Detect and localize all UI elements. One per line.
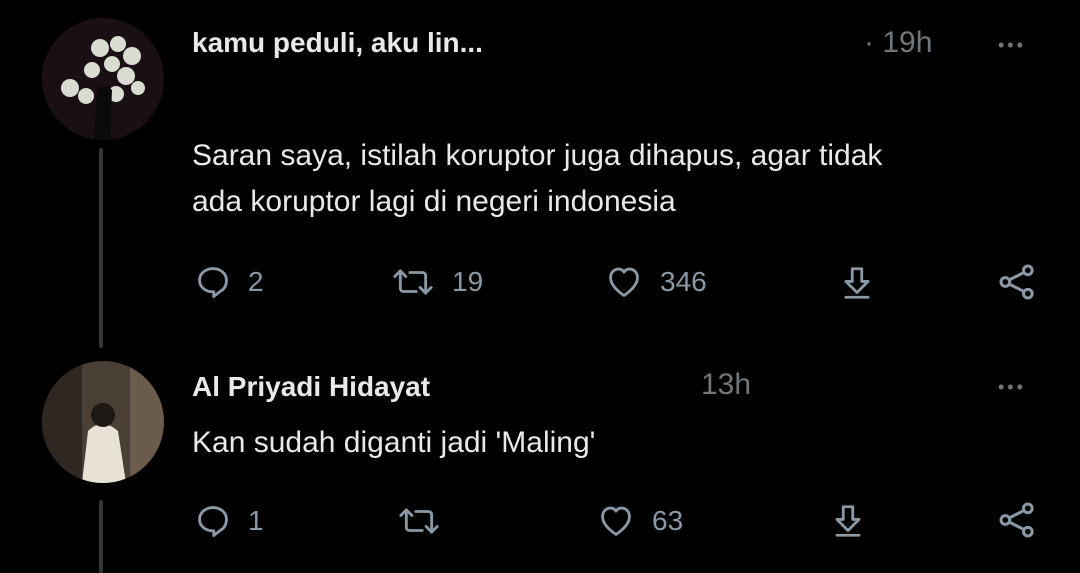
timestamp[interactable]: · 19h xyxy=(864,26,932,60)
retweet-icon xyxy=(396,502,442,540)
tweet-text-line: ada koruptor lagi di negeri indonesia xyxy=(192,185,676,218)
author-name[interactable]: kamu peduli, aku lin... xyxy=(192,27,483,59)
timestamp[interactable]: 13h xyxy=(701,368,751,402)
reply-button[interactable]: 1 xyxy=(194,502,264,540)
avatar[interactable] xyxy=(42,18,164,140)
download-icon[interactable] xyxy=(829,502,867,545)
more-options-icon[interactable]: ••• xyxy=(998,378,1026,396)
tweet-text-line: Saran saya, istilah koruptor juga dihapu… xyxy=(192,139,883,172)
retweet-count: 19 xyxy=(452,266,484,297)
retweet-button[interactable] xyxy=(396,502,458,540)
reply-button[interactable]: 2 xyxy=(194,263,264,301)
retweet-icon xyxy=(390,263,436,301)
like-button[interactable]: 346 xyxy=(604,263,707,301)
retweet-button[interactable]: 19 xyxy=(390,263,483,301)
more-options-icon[interactable]: ••• xyxy=(998,36,1026,54)
tweet-text-line: Kan sudah diganti jadi 'Maling' xyxy=(192,426,596,459)
share-icon[interactable] xyxy=(997,262,1037,307)
thread-line-bottom xyxy=(99,500,103,573)
download-icon[interactable] xyxy=(838,264,876,307)
share-icon[interactable] xyxy=(997,500,1037,545)
avatar[interactable] xyxy=(42,361,164,483)
reply-count: 1 xyxy=(248,505,264,536)
like-button[interactable]: 63 xyxy=(596,502,683,540)
heart-icon xyxy=(604,263,644,301)
author-name[interactable]: Al Priyadi Hidayat xyxy=(192,371,430,403)
like-count: 63 xyxy=(652,505,684,536)
thread-line-top xyxy=(99,148,103,348)
reply-icon xyxy=(194,263,232,301)
reply-icon xyxy=(194,502,232,540)
heart-icon xyxy=(596,502,636,540)
like-count: 346 xyxy=(660,266,707,297)
reply-count: 2 xyxy=(248,266,264,297)
